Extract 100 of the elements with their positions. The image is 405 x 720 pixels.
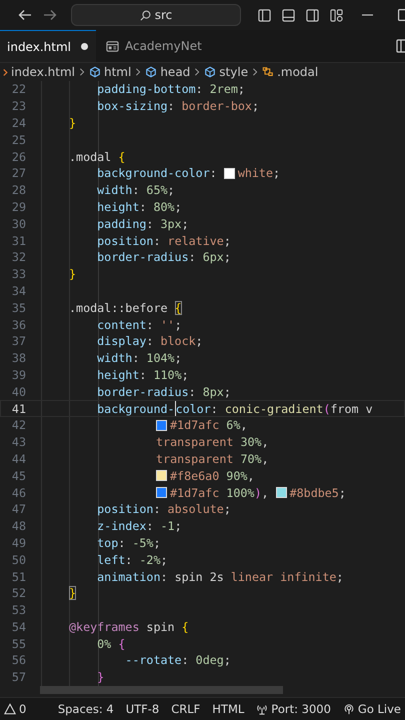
panel-toggle-icon[interactable] [282,8,295,22]
problems-indicator[interactable]: 0 [4,702,26,716]
code-token: .modal [69,150,112,164]
chevron-icon [78,68,86,76]
line-number: 26 [10,150,26,164]
code-token: #8bdbe5 [290,486,339,500]
color-swatch[interactable] [156,420,167,431]
code-token: 0deg [196,653,224,668]
code-token: } [69,586,76,600]
code-token: absolute [168,502,224,516]
code-token: ; [196,334,203,348]
code-token: --rotate [124,653,182,668]
color-swatch[interactable] [276,487,287,498]
code-token: : [188,384,197,399]
sidebar-toggle-icon[interactable] [258,8,271,22]
line-number: 24 [10,116,26,130]
code-token: ; [174,318,182,332]
code-token: : [168,99,176,114]
code-token: transparent [156,452,234,466]
color-swatch[interactable] [224,168,235,179]
code-token: : [210,402,219,416]
code-token: : [188,250,197,264]
code-token: border-box [182,99,252,114]
editor-tab[interactable]: index.html [0,30,96,62]
line-number: 46 [10,486,26,500]
code-token: ; [224,384,231,399]
code-token: : [153,502,162,516]
status-item[interactable]: Go Live [342,702,401,716]
code-token: spin [146,620,176,634]
minimize-icon[interactable] [362,14,373,16]
code-token: , [262,435,269,450]
line-number: 37 [10,334,26,348]
search-field[interactable]: src [71,4,241,26]
line-number: 32 [10,250,26,264]
line-number: 51 [10,570,26,584]
maximize-icon[interactable] [398,9,405,21]
html-file-icon [2,66,8,78]
code-token: , [240,418,248,432]
line-number: 48 [10,519,26,534]
code-token: position [96,502,154,516]
chevron-icon [134,68,142,76]
back-icon[interactable] [18,9,32,21]
breadcrumb-item[interactable]: head [160,65,190,79]
status-item[interactable]: CRLF [171,702,200,716]
code-token: border-radius [96,250,189,264]
chevron-icon [251,68,260,76]
code-token: 104% [146,351,175,366]
line-number: 55 [10,636,26,651]
code-token: : [146,216,154,231]
code-token: color [176,402,211,416]
line-number: 56 [10,653,26,668]
code-token: 8px [202,384,224,399]
line-number: 57 [10,670,26,684]
line-number: 33 [10,267,26,282]
status-item[interactable]: UTF-8 [126,702,160,716]
code-token: @keyframes [69,620,140,634]
line-number: 49 [10,536,26,550]
split-editor-icon[interactable] [396,39,405,53]
code-token: spin 2s [174,570,225,584]
code-token: linear infinite [230,570,336,584]
code-token: , [247,468,254,483]
code-token: ; [224,653,231,668]
code-token: display [96,334,146,348]
breadcrumb-item[interactable]: .modal [277,65,318,79]
code-token: 110% [153,368,182,382]
chevron-icon [193,68,202,76]
status-item[interactable]: HTML [212,702,244,716]
code-token: { [118,636,126,651]
code-token: 100% [226,486,254,500]
line-number: 34 [10,284,26,298]
line-number: 35 [10,300,26,315]
code-token: 30% [240,435,262,450]
symbol-icon [262,66,274,78]
code-token: ; [224,234,231,248]
forward-icon[interactable] [43,9,57,21]
code-token: border-radius [96,384,189,399]
code-token: 3px [160,216,182,231]
color-swatch[interactable] [156,487,167,498]
code-token: height [96,368,140,382]
code-token: relative [168,234,224,248]
line-number: 29 [10,200,26,214]
code-token: white [238,166,273,180]
breadcrumb-item[interactable]: index.html [11,65,75,79]
status-item[interactable]: Port: 3000 [256,702,331,716]
code-token: box-sizing [96,99,168,114]
line-number: 50 [10,552,26,567]
code-token: : [125,552,134,567]
code-token: from v [330,402,373,416]
status-item[interactable]: Spaces: 4 [58,702,114,716]
code-token: : [210,166,218,180]
breadcrumb-item[interactable]: html [104,65,132,79]
secondary-sidebar-icon[interactable] [306,8,319,22]
code-token: : [146,318,154,332]
color-swatch[interactable] [156,470,167,482]
code-token: 80% [153,200,175,214]
code-token: height [96,200,140,214]
line-number: 23 [10,99,26,114]
breadcrumb-item[interactable]: style [219,65,248,79]
layout-icon[interactable] [330,8,343,22]
code-token: block [160,334,196,348]
